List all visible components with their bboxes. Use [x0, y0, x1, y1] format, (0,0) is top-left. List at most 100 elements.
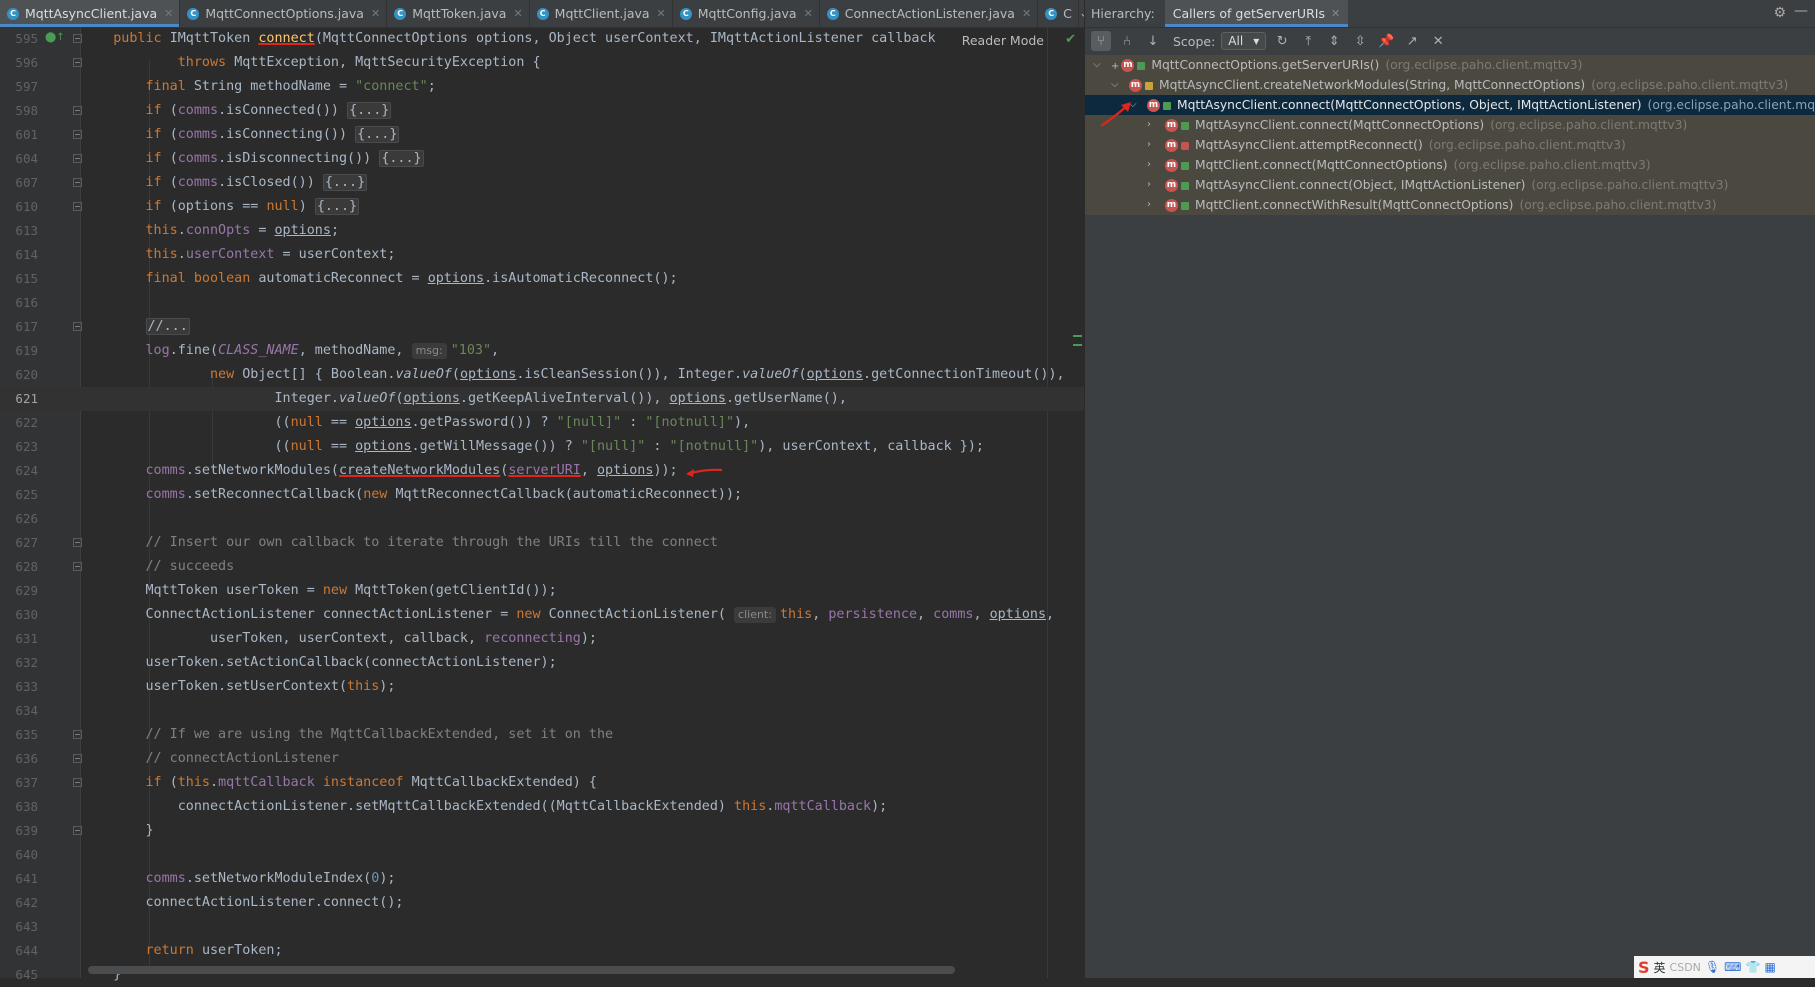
- caller-hierarchy-icon[interactable]: ⑂: [1091, 31, 1111, 51]
- code-line[interactable]: 628 // succeeds: [0, 555, 1084, 579]
- tab-mqtt-token[interactable]: C MqttToken.java ✕: [387, 0, 530, 27]
- folded-block[interactable]: {...}: [347, 102, 392, 119]
- gear-icon[interactable]: ⚙: [1773, 5, 1786, 21]
- code-line[interactable]: 624 comms.setNetworkModules(createNetwor…: [0, 459, 1084, 483]
- code-text[interactable]: final boolean automaticReconnect = optio…: [81, 267, 677, 291]
- code-line[interactable]: 607 if (comms.isClosed()) {...}: [0, 171, 1084, 195]
- tab-mqtt-client[interactable]: C MqttClient.java ✕: [530, 0, 673, 27]
- code-text[interactable]: this.userContext = userContext;: [81, 243, 395, 267]
- code-line[interactable]: 632 userToken.setActionCallback(connectA…: [0, 651, 1084, 675]
- close-icon[interactable]: ✕: [1331, 7, 1340, 20]
- code-text[interactable]: comms.setNetworkModuleIndex(0);: [81, 867, 396, 891]
- tab-mqtt-async-client[interactable]: C MqttAsyncClient.java ✕: [0, 0, 181, 27]
- code-text[interactable]: ConnectActionListener connectActionListe…: [81, 603, 1054, 627]
- chevron-right-icon[interactable]: ›: [1147, 155, 1151, 175]
- tab-callers-of-getserveruris[interactable]: Callers of getServerURIs ✕: [1164, 0, 1349, 27]
- code-line[interactable]: 631 userToken, userContext, callback, re…: [0, 627, 1084, 651]
- code-text[interactable]: if (comms.isDisconnecting()) {...}: [81, 147, 424, 171]
- close-icon[interactable]: ✕: [1022, 7, 1031, 20]
- code-text[interactable]: // succeeds: [81, 555, 234, 579]
- tree-item[interactable]: › m MqttClient.connect(MqttConnectOptions…: [1085, 155, 1815, 175]
- code-text[interactable]: //...: [81, 315, 190, 339]
- code-text[interactable]: connectActionListener.setMqttCallbackExt…: [81, 795, 887, 819]
- close-icon[interactable]: ✕: [513, 7, 522, 20]
- collapse-all-icon[interactable]: ⇳: [1350, 31, 1370, 51]
- code-line[interactable]: 626: [0, 507, 1084, 531]
- code-line[interactable]: 637 if (this.mqttCallback instanceof Mqt…: [0, 771, 1084, 795]
- code-line[interactable]: 616: [0, 291, 1084, 315]
- code-text[interactable]: }: [81, 819, 153, 843]
- code-text[interactable]: MqttToken userToken = new MqttToken(getC…: [81, 579, 556, 603]
- code-text[interactable]: new Object[] { Boolean.valueOf(options.i…: [81, 363, 1065, 387]
- close-icon[interactable]: ✕: [804, 7, 813, 20]
- folded-block[interactable]: {...}: [379, 150, 424, 167]
- chevron-right-icon[interactable]: ›: [1147, 115, 1151, 135]
- code-line[interactable]: 638 connectActionListener.setMqttCallbac…: [0, 795, 1084, 819]
- code-line[interactable]: 622 ((null == options.getPassword()) ? "…: [0, 411, 1084, 435]
- code-line[interactable]: 640: [0, 843, 1084, 867]
- chevron-down-icon[interactable]: ⌵: [1111, 75, 1119, 95]
- code-text[interactable]: ((null == options.getPassword()) ? "[nul…: [81, 411, 750, 435]
- export-icon[interactable]: ↗: [1402, 31, 1422, 51]
- code-text[interactable]: // connectActionListener: [81, 747, 339, 771]
- code-text[interactable]: comms.setReconnectCallback(new MqttRecon…: [81, 483, 743, 507]
- code-line[interactable]: 598 if (comms.isConnected()) {...}: [0, 99, 1084, 123]
- code-text[interactable]: this.connOpts = options;: [81, 219, 339, 243]
- minimize-icon[interactable]: —: [1794, 3, 1808, 19]
- tab-overflow[interactable]: CC: [1038, 0, 1079, 27]
- code-line[interactable]: 604 if (comms.isDisconnecting()) {...}: [0, 147, 1084, 171]
- code-line[interactable]: 617 //...: [0, 315, 1084, 339]
- code-line[interactable]: 627 // Insert our own callback to iterat…: [0, 531, 1084, 555]
- close-icon[interactable]: ✕: [1428, 31, 1448, 51]
- chevron-right-icon[interactable]: ›: [1147, 195, 1151, 215]
- code-line[interactable]: 597 final String methodName = "connect";: [0, 75, 1084, 99]
- code-line-current[interactable]: 621 Integer.valueOf(options.getKeepAlive…: [0, 387, 1084, 411]
- code-line[interactable]: 595 ⬤↑ public IMqttToken connect(MqttConn…: [0, 27, 1084, 51]
- callee-hierarchy-icon[interactable]: ⑃: [1117, 31, 1137, 51]
- code-text[interactable]: return userToken;: [81, 939, 282, 963]
- ime-toolbar[interactable]: S 英 CSDN 🎙 ⌨ 👕 ▦: [1634, 956, 1815, 978]
- code-text[interactable]: userToken.setActionCallback(connectActio…: [81, 651, 556, 675]
- folded-block[interactable]: {...}: [322, 174, 368, 191]
- keyboard-icon[interactable]: ⌨: [1724, 960, 1741, 974]
- skin-icon[interactable]: 👕: [1745, 960, 1760, 974]
- code-text[interactable]: ((null == options.getWillMessage()) ? "[…: [81, 435, 984, 459]
- chevron-down-icon[interactable]: ⌵: [1093, 55, 1101, 75]
- refresh-icon[interactable]: ↻: [1272, 31, 1292, 51]
- code-line[interactable]: 615 final boolean automaticReconnect = o…: [0, 267, 1084, 291]
- tab-connect-action-listener[interactable]: C ConnectActionListener.java ✕: [820, 0, 1039, 27]
- code-line[interactable]: 641 comms.setNetworkModuleIndex(0);: [0, 867, 1084, 891]
- code-line[interactable]: 610 if (options == null) {...}: [0, 195, 1084, 219]
- code-text[interactable]: if (comms.isConnected()) {...}: [81, 99, 392, 123]
- navigate-icon[interactable]: ⤒: [1298, 31, 1318, 51]
- code-text[interactable]: // If we are using the MqttCallbackExten…: [81, 723, 613, 747]
- grid-icon[interactable]: ▦: [1764, 960, 1775, 974]
- code-line[interactable]: 630 ConnectActionListener connectActionL…: [0, 603, 1084, 627]
- folded-block[interactable]: {...}: [314, 198, 360, 215]
- tree-item[interactable]: ⌵ + m MqttConnectOptions.getServerURIs() (o…: [1085, 55, 1815, 75]
- tree-item[interactable]: › m MqttAsyncClient.connect(Object, IMqtt…: [1085, 175, 1815, 195]
- code-text[interactable]: comms.setNetworkModules(createNetworkMod…: [81, 459, 678, 483]
- code-text[interactable]: connectActionListener.connect();: [81, 891, 403, 915]
- code-text[interactable]: log.fine(CLASS_NAME, methodName, msg: "10…: [81, 339, 499, 363]
- code-line[interactable]: 634: [0, 699, 1084, 723]
- chevron-right-icon[interactable]: ›: [1147, 135, 1151, 155]
- code-text[interactable]: Integer.valueOf(options.getKeepAliveInte…: [81, 387, 846, 411]
- tree-item[interactable]: › m MqttClient.connectWithResult(MqttConn…: [1085, 195, 1815, 215]
- code-text[interactable]: if (comms.isConnecting()) {...}: [81, 123, 400, 147]
- folded-block[interactable]: {...}: [355, 126, 400, 143]
- code-line[interactable]: 644 return userToken;: [0, 939, 1084, 963]
- tab-mqtt-config[interactable]: C MqttConfig.java ✕: [673, 0, 820, 27]
- tree-item[interactable]: ⌵ m MqttAsyncClient.createNetworkModules(…: [1085, 75, 1815, 95]
- tree-item-selected[interactable]: ⌵ m MqttAsyncClient.connect(MqttConnectOp…: [1085, 95, 1815, 115]
- override-marker-icon[interactable]: ⬤↑: [45, 32, 65, 43]
- pin-icon[interactable]: 📌: [1376, 31, 1396, 51]
- code-line[interactable]: 633 userToken.setUserContext(this);: [0, 675, 1084, 699]
- code-line[interactable]: 625 comms.setReconnectCallback(new MqttR…: [0, 483, 1084, 507]
- code-line[interactable]: 614 this.userContext = userContext;: [0, 243, 1084, 267]
- code-line[interactable]: 636 // connectActionListener: [0, 747, 1084, 771]
- code-line[interactable]: 601 if (comms.isConnecting()) {...}: [0, 123, 1084, 147]
- sort-alphabetically-icon[interactable]: ↓: [1143, 31, 1163, 51]
- close-icon[interactable]: ✕: [371, 7, 380, 20]
- code-text[interactable]: if (comms.isClosed()) {...}: [81, 171, 368, 195]
